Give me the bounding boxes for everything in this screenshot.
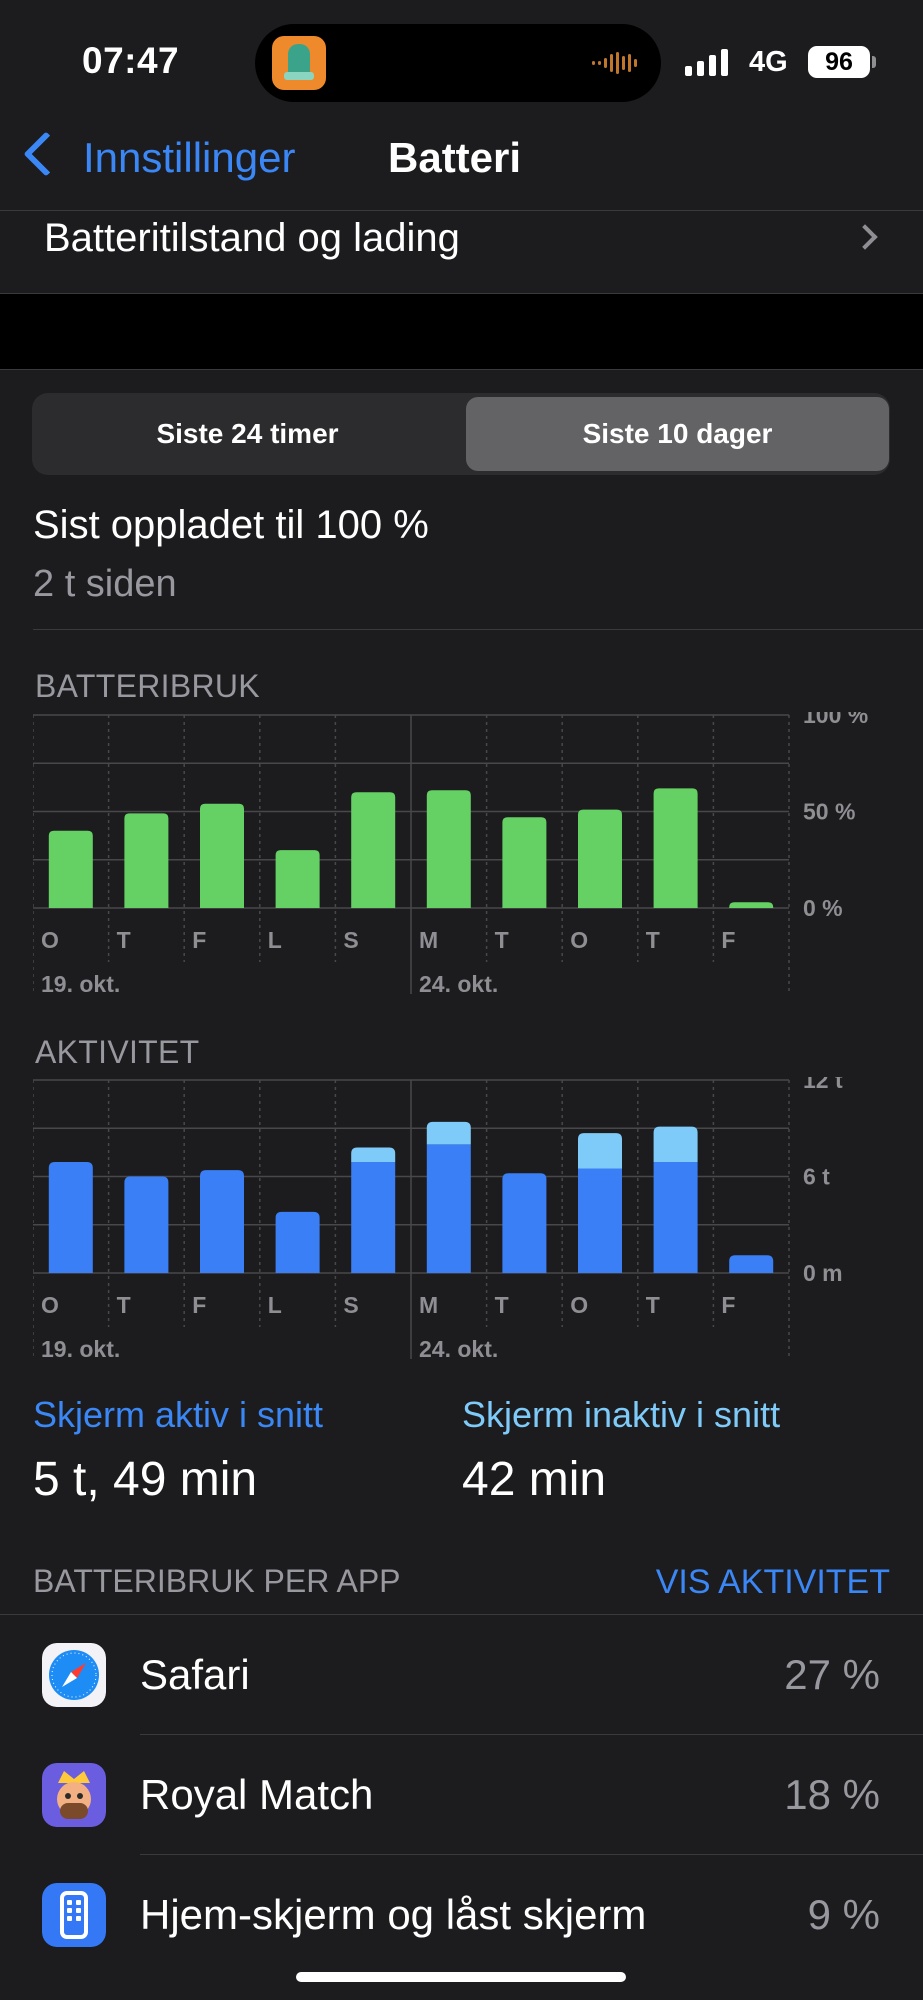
activity-bar	[426, 1121, 471, 1145]
x-axis-label: T	[117, 1292, 131, 1318]
activity-bar	[200, 1170, 244, 1273]
screen-active-label: Skjerm aktiv i snitt	[33, 1394, 324, 1435]
y-axis-label: 50 %	[803, 799, 855, 825]
battery-bar	[729, 902, 774, 908]
y-axis-label: 0 %	[803, 895, 843, 921]
app-row-safari[interactable]: Safari 27 %	[0, 1615, 923, 1735]
battery-bar	[200, 803, 244, 908]
segment-last-24-hours[interactable]: Siste 24 timer	[36, 397, 459, 471]
activity-bar	[578, 1168, 622, 1273]
battery-health-label: Batteritilstand og lading	[44, 216, 460, 260]
x-axis-label: S	[343, 927, 358, 953]
network-type: 4G	[749, 46, 788, 78]
home-indicator[interactable]	[296, 1972, 626, 1982]
battery-bar	[502, 817, 547, 908]
divider	[33, 629, 923, 630]
last-charged-time: 2 t siden	[33, 563, 177, 605]
x-axis-label: O	[41, 927, 59, 953]
app-row-royal-match[interactable]: Royal Match 18 %	[0, 1735, 923, 1855]
navigation-bar: Innstillinger Batteri	[0, 110, 923, 210]
date-label: 19. okt.	[41, 971, 120, 997]
page-title: Batteri	[388, 134, 522, 181]
date-label: 19. okt.	[41, 1336, 120, 1362]
safari-icon	[42, 1643, 106, 1707]
battery-bar	[124, 813, 169, 908]
section-separator	[0, 294, 923, 370]
live-activity-app-icon[interactable]	[272, 36, 326, 90]
x-axis-label: O	[570, 927, 588, 953]
app-percent: 18 %	[784, 1771, 880, 1818]
x-axis-label: T	[117, 927, 131, 953]
x-axis-label: L	[268, 1292, 282, 1318]
activity-bar	[275, 1211, 320, 1273]
battery-bar	[275, 850, 320, 908]
x-axis-label: O	[41, 1292, 59, 1318]
activity-bar	[426, 1144, 471, 1273]
activity-bar	[48, 1162, 93, 1273]
y-axis-label: 12 t	[803, 1077, 843, 1093]
date-label: 24. okt.	[419, 971, 498, 997]
x-axis-label: F	[192, 1292, 206, 1318]
activity-bar	[653, 1126, 698, 1163]
activity-title: AKTIVITET	[35, 1034, 200, 1070]
activity-bar	[351, 1147, 396, 1163]
show-activity-button[interactable]: VIS AKTIVITET	[656, 1563, 890, 1602]
activity-bar	[578, 1133, 622, 1169]
royal-match-icon	[42, 1763, 106, 1827]
activity-bar	[502, 1173, 547, 1273]
last-charged-title: Sist oppladet til 100 %	[33, 503, 429, 547]
app-name: Hjem-skjerm og låst skjerm	[140, 1891, 647, 1938]
segment-last-10-days[interactable]: Siste 10 dager	[466, 397, 889, 471]
x-axis-label: O	[570, 1292, 588, 1318]
status-time: 07:47	[82, 40, 180, 81]
battery-per-app-header: BATTERIBRUK PER APP	[33, 1563, 401, 1599]
battery-usage-title: BATTERIBRUK	[35, 668, 260, 704]
y-axis-label: 6 t	[803, 1164, 830, 1190]
battery-health-row[interactable]: Batteritilstand og lading	[0, 210, 923, 294]
x-axis-label: M	[419, 927, 438, 953]
x-axis-label: T	[495, 927, 509, 953]
screen-inactive-value: 42 min	[462, 1453, 607, 1506]
back-chevron-icon[interactable]	[23, 131, 69, 177]
audio-waveform-icon	[592, 52, 637, 74]
app-percent: 9 %	[807, 1891, 880, 1938]
dynamic-island[interactable]	[255, 24, 661, 102]
activity-bar	[124, 1176, 169, 1273]
x-axis-label: F	[721, 927, 735, 953]
app-row-home-screen[interactable]: Hjem-skjerm og låst skjerm 9 %	[0, 1855, 923, 1975]
date-label: 24. okt.	[419, 1336, 498, 1362]
screen-inactive-label: Skjerm inaktiv i snitt	[462, 1394, 781, 1435]
time-range-segmented-control: Siste 24 timer Siste 10 dager	[32, 393, 890, 475]
battery-bar	[351, 792, 396, 908]
activity-chart[interactable]: O T F L S M T O T F 19. okt. 24. okt. 12 t 6 t 0 m	[33, 1077, 893, 1367]
x-axis-label: M	[419, 1292, 438, 1318]
battery-icon: 96	[808, 46, 870, 78]
x-axis-label: T	[646, 927, 660, 953]
x-axis-label: L	[268, 927, 282, 953]
activity-bar	[729, 1255, 774, 1273]
app-name: Safari	[140, 1651, 250, 1698]
x-axis-label: T	[646, 1292, 660, 1318]
status-bar: 07:47 4G 96	[0, 0, 923, 110]
battery-bar	[426, 790, 471, 908]
x-axis-label: T	[495, 1292, 509, 1318]
x-axis-label: F	[192, 927, 206, 953]
app-name: Royal Match	[140, 1771, 374, 1818]
battery-bar	[48, 830, 93, 908]
y-axis-label: 0 m	[803, 1260, 843, 1286]
battery-bar	[653, 788, 698, 908]
screen-active-value: 5 t, 49 min	[33, 1453, 258, 1506]
activity-bar	[351, 1162, 396, 1273]
app-percent: 27 %	[784, 1651, 880, 1698]
back-button[interactable]: Innstillinger	[83, 134, 295, 182]
x-axis-label: F	[721, 1292, 735, 1318]
battery-tip	[872, 56, 876, 68]
x-axis-label: S	[343, 1292, 358, 1318]
activity-bar	[653, 1162, 698, 1273]
y-axis-label: 100 %	[803, 712, 868, 728]
battery-usage-chart[interactable]: O T F L S M T O T F 19. okt. 24. okt. 100 % 50 % 0 %	[33, 712, 893, 1002]
home-screen-icon	[42, 1883, 106, 1947]
cellular-signal-icon	[685, 48, 728, 76]
battery-bar	[578, 809, 622, 908]
